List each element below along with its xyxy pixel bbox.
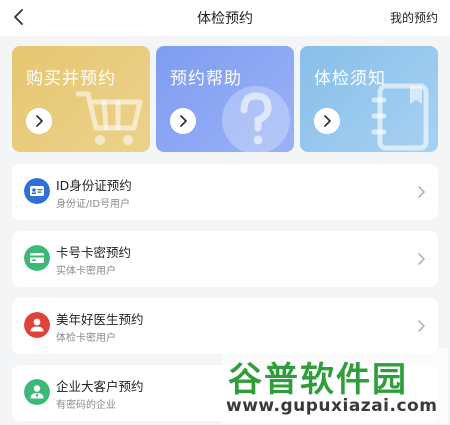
id-card-icon: [24, 178, 50, 204]
list-item-title: 美年好医生预约: [56, 312, 144, 327]
list-item-subtitle: 身份证/ID号用户: [56, 199, 131, 210]
list-item-title: ID身份证预约: [56, 178, 132, 193]
question-mark-icon: [222, 86, 290, 152]
enterprise-icon: [24, 379, 50, 405]
page-title: 体检预约: [197, 11, 253, 27]
arrow-right-icon[interactable]: [314, 108, 340, 134]
top-nav: 体检预约 我的预约: [0, 0, 450, 36]
arrow-right-icon[interactable]: [170, 108, 196, 134]
doctor-icon: [24, 312, 50, 338]
watermark-url: www.gupuxiazai.com: [226, 396, 438, 416]
watermark: 谷普软件园 www.gupuxiazai.com: [222, 348, 448, 424]
list-item-card-password[interactable]: 卡号卡密预约 实体卡密用户: [12, 231, 438, 287]
booking-help-card[interactable]: 预约帮助: [156, 46, 294, 152]
list-item-id-card[interactable]: ID身份证预约 身份证/ID号用户: [12, 164, 438, 220]
list-item-title: 企业大客户预约: [56, 379, 144, 394]
chevron-right-icon: [418, 186, 425, 198]
list-item-doctor[interactable]: 美年好医生预约 体检卡密用户: [12, 298, 438, 354]
notebook-icon: [371, 83, 429, 151]
list-item-subtitle: 实体卡密用户: [56, 266, 116, 277]
watermark-title: 谷普软件园: [228, 360, 408, 400]
list-item-subtitle: 有密码的企业: [56, 400, 116, 411]
chevron-right-icon: [418, 253, 425, 265]
chevron-right-icon: [418, 320, 425, 332]
list-item-subtitle: 体检卡密用户: [56, 333, 116, 344]
checkup-notice-card[interactable]: 体检须知: [300, 46, 438, 152]
shopping-cart-icon: [75, 91, 143, 145]
feature-cards: 购买并预约 预约帮助 体检须知: [12, 46, 438, 152]
buy-and-book-card[interactable]: 购买并预约: [12, 46, 150, 152]
arrow-right-icon[interactable]: [26, 108, 52, 134]
card-icon: [24, 245, 50, 271]
list-item-title: 卡号卡密预约: [56, 245, 132, 260]
my-appointments-link[interactable]: 我的预约: [390, 9, 438, 26]
